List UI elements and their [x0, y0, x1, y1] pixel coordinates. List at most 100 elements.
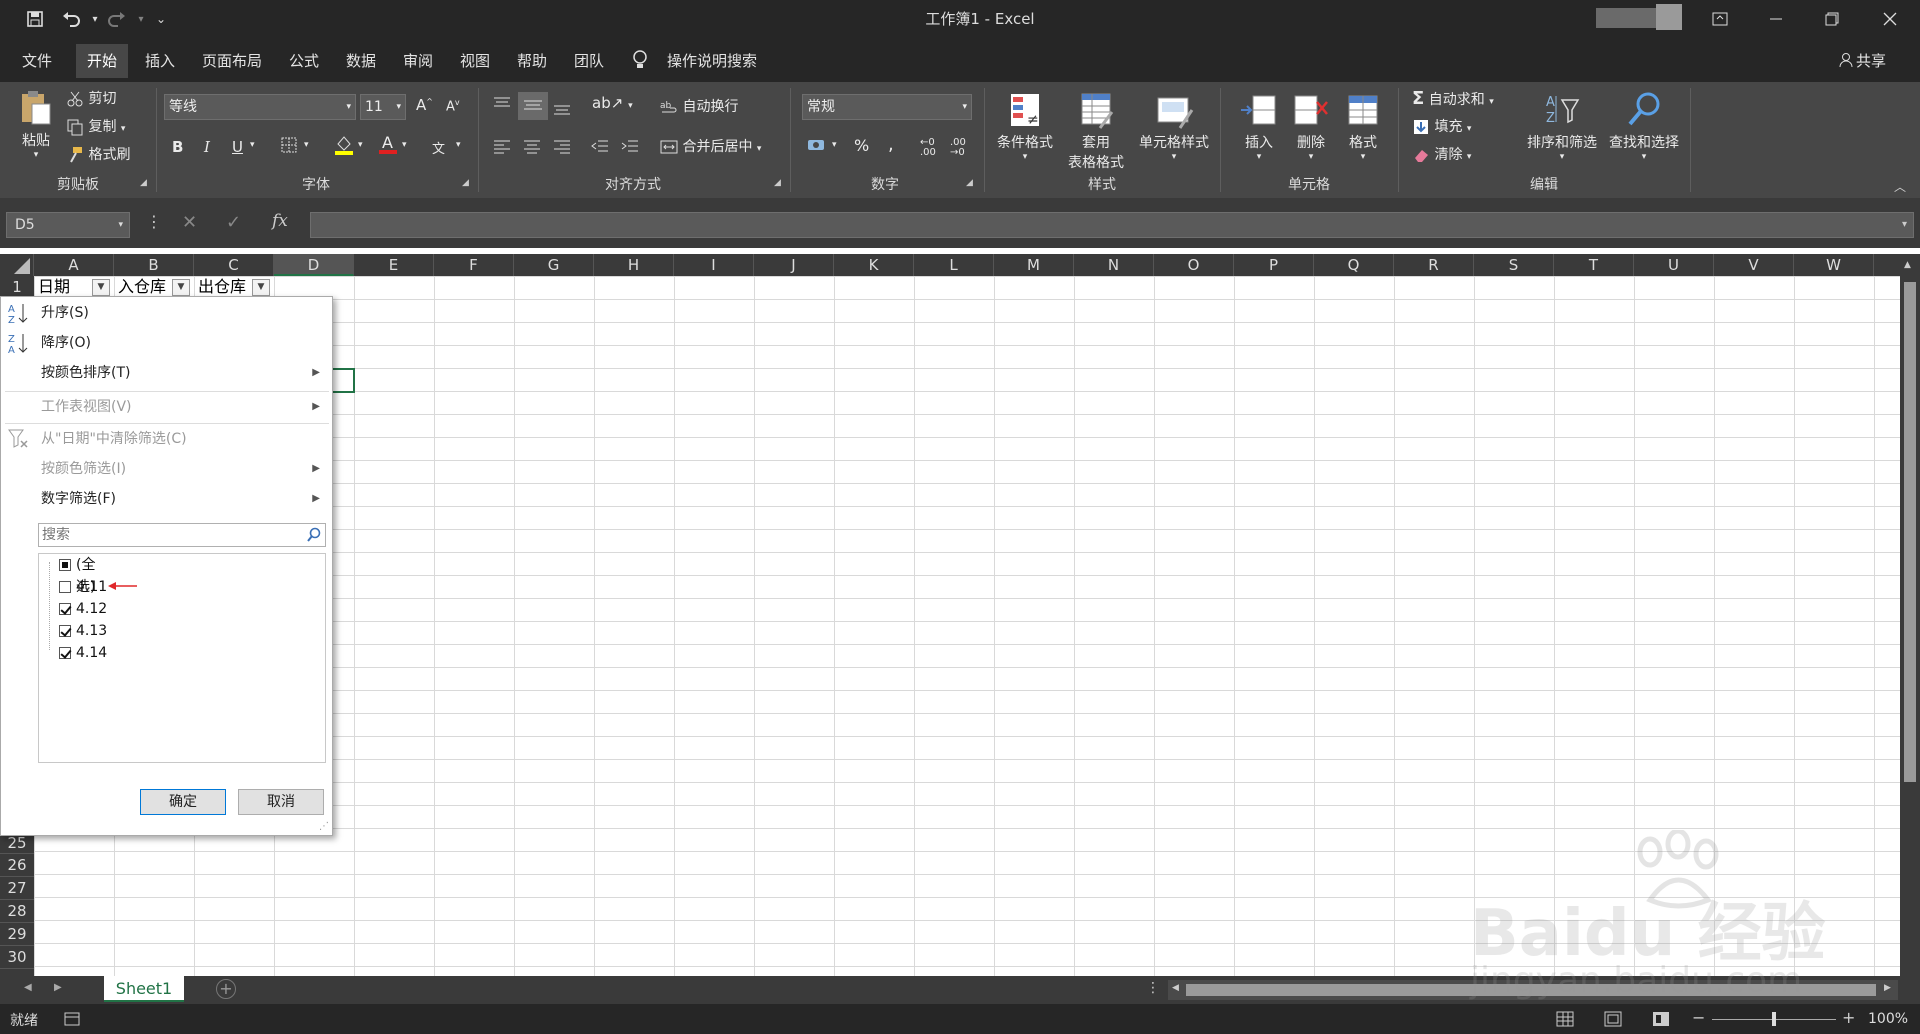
- page-break-view-icon[interactable]: [1652, 1011, 1670, 1031]
- item-checkbox[interactable]: [59, 581, 71, 593]
- column-header[interactable]: G: [514, 254, 594, 276]
- filter-dropdown-out[interactable]: ▼: [252, 279, 270, 296]
- column-header[interactable]: M: [994, 254, 1074, 276]
- column-header[interactable]: P: [1234, 254, 1314, 276]
- column-header[interactable]: U: [1634, 254, 1714, 276]
- tab-review[interactable]: 审阅: [392, 44, 444, 78]
- decrease-decimal-icon[interactable]: .00 →0: [950, 138, 966, 158]
- new-sheet-icon[interactable]: +: [216, 979, 236, 999]
- item-checkbox[interactable]: [59, 625, 71, 637]
- item-checkbox[interactable]: [59, 603, 71, 615]
- column-header[interactable]: K: [834, 254, 914, 276]
- align-middle-icon[interactable]: [518, 92, 548, 120]
- insert-function-icon[interactable]: fx: [272, 211, 288, 231]
- paste-button[interactable]: 粘贴 ▾: [14, 88, 58, 160]
- zoom-out-icon[interactable]: −: [1692, 1008, 1705, 1027]
- sheet-view-item[interactable]: 工作表视图(V) ▶: [1, 393, 332, 421]
- row-header[interactable]: 30: [0, 946, 34, 969]
- column-header[interactable]: W: [1794, 254, 1874, 276]
- orientation-icon[interactable]: ab↗ ▾: [592, 94, 633, 112]
- font-color-dropdown-icon[interactable]: ▾: [402, 140, 407, 150]
- column-header[interactable]: E: [354, 254, 434, 276]
- name-box[interactable]: D5 ▾: [6, 212, 130, 238]
- format-cells-button[interactable]: 格式 ▾: [1338, 90, 1388, 162]
- sheet-tab-sheet1[interactable]: Sheet1: [104, 976, 184, 1002]
- zoom-in-icon[interactable]: +: [1842, 1008, 1855, 1027]
- align-top-icon[interactable]: [492, 96, 512, 116]
- confirm-entry-icon[interactable]: ✓: [226, 212, 241, 233]
- format-painter-button[interactable]: 格式刷: [66, 144, 130, 164]
- tab-data[interactable]: 数据: [335, 44, 387, 78]
- number-filters-item[interactable]: 数字筛选(F) ▶: [1, 485, 332, 513]
- tab-home[interactable]: 开始: [76, 44, 129, 78]
- increase-decimal-icon[interactable]: ←0.00: [920, 138, 936, 158]
- zoom-level[interactable]: 100%: [1868, 1011, 1908, 1027]
- sort-ascending-item[interactable]: AZ 升序(S): [1, 299, 332, 327]
- row-header[interactable]: 27: [0, 877, 34, 900]
- close-icon[interactable]: [1862, 0, 1918, 38]
- font-name-combo[interactable]: 等线 ▾: [164, 94, 356, 120]
- horizontal-scrollbar[interactable]: ◀ ▶: [1168, 980, 1898, 1000]
- cut-button[interactable]: 剪切: [66, 88, 116, 108]
- percent-style-button[interactable]: %: [854, 136, 869, 155]
- item-checkbox[interactable]: [59, 647, 71, 659]
- phonetic-dropdown-icon[interactable]: ▾: [456, 140, 461, 150]
- underline-dropdown-icon[interactable]: ▾: [250, 140, 255, 150]
- ok-button[interactable]: 确定: [140, 789, 226, 815]
- fill-color-dropdown-icon[interactable]: ▾: [358, 140, 363, 150]
- decrease-indent-icon[interactable]: [590, 138, 610, 158]
- scroll-up-icon[interactable]: ▲: [1904, 260, 1911, 270]
- number-format-combo[interactable]: 常规 ▾: [802, 94, 972, 120]
- collapse-ribbon-icon[interactable]: ︿: [1894, 178, 1906, 195]
- alignment-launcher-icon[interactable]: ◢: [774, 178, 781, 188]
- merge-center-button[interactable]: 合并后居中 ▾: [660, 136, 761, 156]
- sort-descending-item[interactable]: ZA 降序(O): [1, 329, 332, 357]
- clear-filter-item[interactable]: 从"日期"中清除筛选(C): [1, 425, 332, 453]
- filter-search-input[interactable]: [39, 524, 299, 546]
- filter-by-color-item[interactable]: 按颜色筛选(I) ▶: [1, 455, 332, 483]
- ribbon-display-options-icon[interactable]: [1692, 0, 1748, 38]
- column-header[interactable]: J: [754, 254, 834, 276]
- increase-indent-icon[interactable]: [620, 138, 640, 158]
- undo-icon[interactable]: [58, 6, 84, 32]
- sort-by-color-item[interactable]: 按颜色排序(T) ▶: [1, 359, 332, 387]
- insert-cells-button[interactable]: 插入 ▾: [1234, 90, 1284, 162]
- zoom-slider-thumb[interactable]: [1772, 1012, 1776, 1026]
- format-as-table-button[interactable]: 套用 表格格式: [1064, 90, 1128, 172]
- accounting-format-icon[interactable]: [806, 136, 832, 158]
- clear-button[interactable]: 清除 ▾: [1412, 144, 1471, 164]
- formula-input[interactable]: ▾: [310, 212, 1914, 238]
- column-header[interactable]: I: [674, 254, 754, 276]
- tell-me-search[interactable]: 操作说明搜索: [656, 44, 768, 78]
- column-header[interactable]: L: [914, 254, 994, 276]
- tab-file[interactable]: 文件: [11, 44, 63, 78]
- row-header[interactable]: 28: [0, 900, 34, 923]
- tab-page-layout[interactable]: 页面布局: [191, 44, 273, 78]
- restore-icon[interactable]: [1804, 0, 1860, 38]
- cancel-entry-icon[interactable]: ✕: [182, 212, 197, 233]
- cell-styles-button[interactable]: 单元格样式 ▾: [1134, 90, 1214, 162]
- horizontal-scroll-thumb[interactable]: [1186, 984, 1876, 996]
- minimize-icon[interactable]: [1748, 0, 1804, 38]
- column-header[interactable]: T: [1554, 254, 1634, 276]
- resize-grip-icon[interactable]: ⋰: [319, 821, 329, 832]
- formula-bar-options-icon[interactable]: ⋮: [146, 212, 162, 231]
- fill-button[interactable]: 填充 ▾: [1412, 116, 1471, 136]
- vertical-scroll-thumb[interactable]: [1904, 282, 1916, 782]
- column-header[interactable]: B: [114, 254, 194, 276]
- borders-dropdown-icon[interactable]: ▾: [304, 140, 309, 150]
- cancel-button[interactable]: 取消: [238, 789, 324, 815]
- increase-font-size-icon[interactable]: A^: [416, 96, 433, 114]
- align-bottom-icon[interactable]: [552, 100, 572, 120]
- tab-formulas[interactable]: 公式: [278, 44, 330, 78]
- search-icon[interactable]: [306, 527, 322, 543]
- vertical-scrollbar[interactable]: ▲: [1900, 254, 1920, 976]
- column-header[interactable]: S: [1474, 254, 1554, 276]
- align-left-icon[interactable]: [492, 138, 512, 158]
- prev-sheet-icon[interactable]: ◀: [24, 982, 32, 993]
- align-right-icon[interactable]: [552, 138, 572, 158]
- scroll-left-icon[interactable]: ◀: [1172, 983, 1179, 993]
- tab-split-icon[interactable]: ⋮: [1146, 980, 1160, 996]
- next-sheet-icon[interactable]: ▶: [54, 982, 62, 993]
- column-header[interactable]: O: [1154, 254, 1234, 276]
